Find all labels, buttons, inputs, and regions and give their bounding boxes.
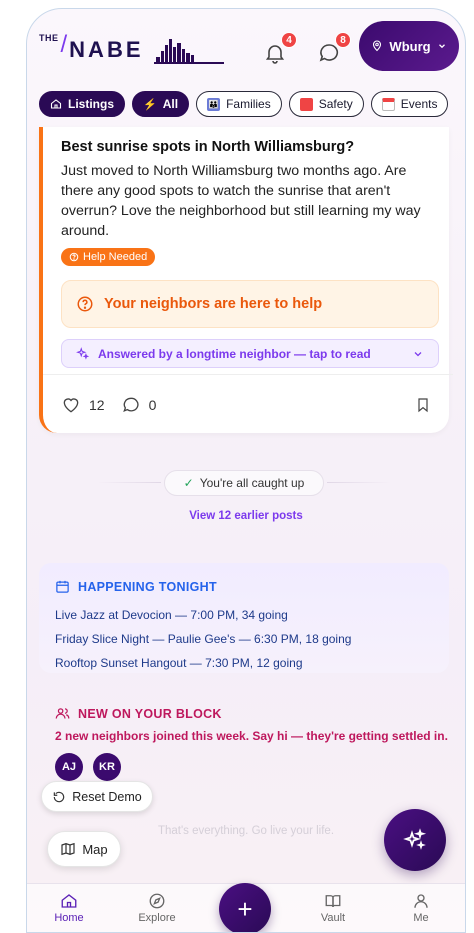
avatar[interactable]: AJ (55, 753, 83, 781)
help-callout-text: Your neighbors are here to help (104, 296, 323, 312)
family-icon: 👪 (207, 97, 221, 111)
question-circle-icon (69, 252, 79, 262)
caught-up-line-left (97, 482, 161, 483)
nav-explore[interactable]: Explore (127, 892, 187, 924)
post-actions: 12 0 (61, 395, 156, 415)
messages-button[interactable]: 8 (317, 32, 351, 65)
chip-events[interactable]: Events (370, 91, 449, 117)
home-icon (50, 99, 62, 109)
filter-chips: Listings ⚡ All 👪 Families Safety Events (39, 91, 449, 117)
chevron-down-icon (414, 351, 422, 356)
chip-listings[interactable]: Listings (39, 91, 126, 117)
card-divider (43, 374, 453, 375)
nav-vault[interactable]: Vault (303, 892, 363, 924)
chip-safety[interactable]: Safety (288, 91, 364, 117)
sparkle-icon (403, 828, 427, 850)
new-on-block-heading-text: NEW ON YOUR BLOCK (78, 706, 222, 721)
nav-home-label: Home (54, 912, 84, 924)
help-needed-tag: Help Needed (61, 248, 156, 266)
reset-demo-button[interactable]: Reset Demo (41, 781, 153, 812)
question-circle-icon (77, 296, 93, 312)
check-icon: ✓ (183, 476, 194, 490)
happening-tonight-card: HAPPENING TONIGHT Live Jazz at Devocion … (39, 563, 449, 673)
caught-up-line-right (327, 482, 391, 483)
chip-all[interactable]: ⚡ All (132, 91, 190, 117)
home-icon (61, 894, 77, 908)
create-post-button[interactable]: + (219, 883, 271, 932)
event-item[interactable]: Rooftop Sunset Hangout — 7:30 PM, 12 goi… (55, 656, 303, 670)
notifications-button[interactable]: 4 (263, 32, 297, 65)
siren-icon (299, 97, 313, 111)
sparkle-icon (76, 346, 90, 360)
caught-up-pill: ✓ You're all caught up (164, 470, 324, 496)
chip-label: Listings (68, 97, 115, 111)
reset-icon (54, 791, 65, 802)
help-callout: Your neighbors are here to help (61, 280, 439, 328)
nav-me-label: Me (413, 912, 429, 924)
post-body: Just moved to North Williamsburg two mon… (61, 163, 421, 239)
map-icon (61, 842, 75, 856)
event-item[interactable]: Friday Slice Night — Paulie Gee's — 6:30… (55, 632, 351, 646)
answered-text: Answered by a longtime neighbor — tap to… (98, 346, 371, 361)
notifications-badge: 4 (281, 32, 297, 48)
help-tag-label: Help Needed (83, 251, 148, 263)
heart-icon[interactable] (61, 395, 81, 415)
like-count: 12 (89, 397, 105, 413)
chevron-down-icon (438, 44, 445, 49)
book-icon (325, 895, 341, 908)
location-pin-icon (373, 40, 382, 52)
messages-badge: 8 (335, 32, 351, 48)
reset-demo-label: Reset Demo (72, 789, 142, 804)
answered-expander[interactable]: Answered by a longtime neighbor — tap to… (61, 339, 439, 368)
post-title: Best sunrise spots in North Williamsburg… (61, 139, 355, 155)
caught-up-text: You're all caught up (199, 476, 305, 490)
tonight-heading: HAPPENING TONIGHT (55, 579, 217, 594)
nav-home[interactable]: Home (39, 892, 99, 924)
ai-assistant-button[interactable] (384, 809, 446, 871)
users-icon (55, 708, 70, 719)
calendar-icon (381, 97, 395, 111)
new-neighbors-text: 2 new neighbors joined this week. Say hi… (55, 729, 448, 743)
view-earlier-link[interactable]: View 12 earlier posts (27, 510, 465, 522)
calendar-icon (56, 580, 69, 593)
avatar[interactable]: KR (93, 753, 121, 781)
post-card[interactable]: Best sunrise spots in North Williamsburg… (39, 127, 453, 433)
app-logo[interactable]: THE / NABE (39, 31, 224, 65)
new-on-block-heading: NEW ON YOUR BLOCK (55, 706, 222, 721)
bookmark-icon[interactable] (415, 396, 431, 414)
chip-label: Families (226, 97, 271, 111)
tonight-heading-text: HAPPENING TONIGHT (78, 579, 217, 594)
chip-label: Events (400, 97, 438, 111)
nav-explore-label: Explore (138, 912, 176, 924)
logo-nabe-text: NABE (69, 37, 144, 62)
map-label: Map (82, 841, 108, 857)
location-selector[interactable]: Wburg (359, 21, 459, 71)
logo-slash: / (60, 31, 68, 58)
comment-count: 0 (148, 397, 157, 413)
map-button[interactable]: Map (47, 831, 121, 867)
location-label: Wburg (389, 38, 431, 54)
app-header: THE / NABE 4 8 Wburg (27, 9, 465, 89)
compass-icon (149, 893, 165, 909)
nav-vault-label: Vault (320, 912, 346, 924)
chip-families[interactable]: 👪 Families (196, 91, 282, 117)
comment-icon[interactable] (121, 395, 141, 415)
bolt-icon: ⚡ (143, 98, 157, 111)
user-icon (414, 894, 428, 908)
logo-the-text: THE (39, 33, 59, 43)
event-item[interactable]: Live Jazz at Devocion — 7:00 PM, 34 goin… (55, 608, 288, 622)
phone-frame: THE / NABE 4 8 Wburg Listings ⚡ All 👪 Fa… (26, 8, 466, 933)
chip-label: All (162, 97, 179, 111)
nav-me[interactable]: Me (391, 892, 451, 924)
skyline-icon (153, 39, 224, 64)
chip-label: Safety (318, 97, 353, 111)
